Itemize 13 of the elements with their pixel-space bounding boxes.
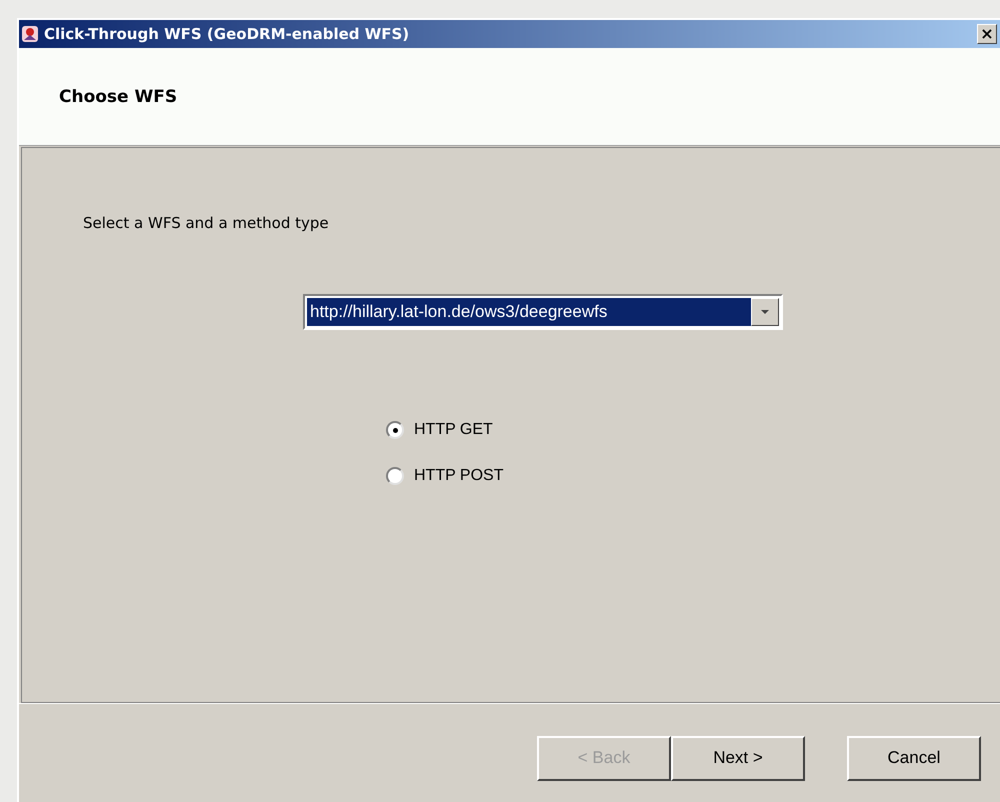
page-title: Choose WFS bbox=[59, 86, 178, 106]
app-icon bbox=[21, 25, 39, 43]
radio-button[interactable] bbox=[386, 467, 404, 485]
window-title: Click-Through WFS (GeoDRM-enabled WFS) bbox=[44, 25, 410, 43]
instruction-text: Select a WFS and a method type bbox=[83, 214, 330, 232]
radio-label[interactable]: HTTP POST bbox=[414, 467, 504, 485]
wizard-button[interactable]: Next > bbox=[671, 736, 805, 780]
wizard-button[interactable]: Cancel bbox=[847, 736, 981, 780]
close-button[interactable]: × bbox=[977, 24, 997, 44]
radio-label[interactable]: HTTP GET bbox=[414, 421, 493, 439]
wfs-dropdown[interactable]: http://hillary.lat-lon.de/ows3/deegreewfs bbox=[303, 294, 783, 330]
radio-button[interactable] bbox=[386, 421, 404, 439]
wfs-url-value: http://hillary.lat-lon.de/ows3/deegreewfs bbox=[307, 298, 751, 326]
